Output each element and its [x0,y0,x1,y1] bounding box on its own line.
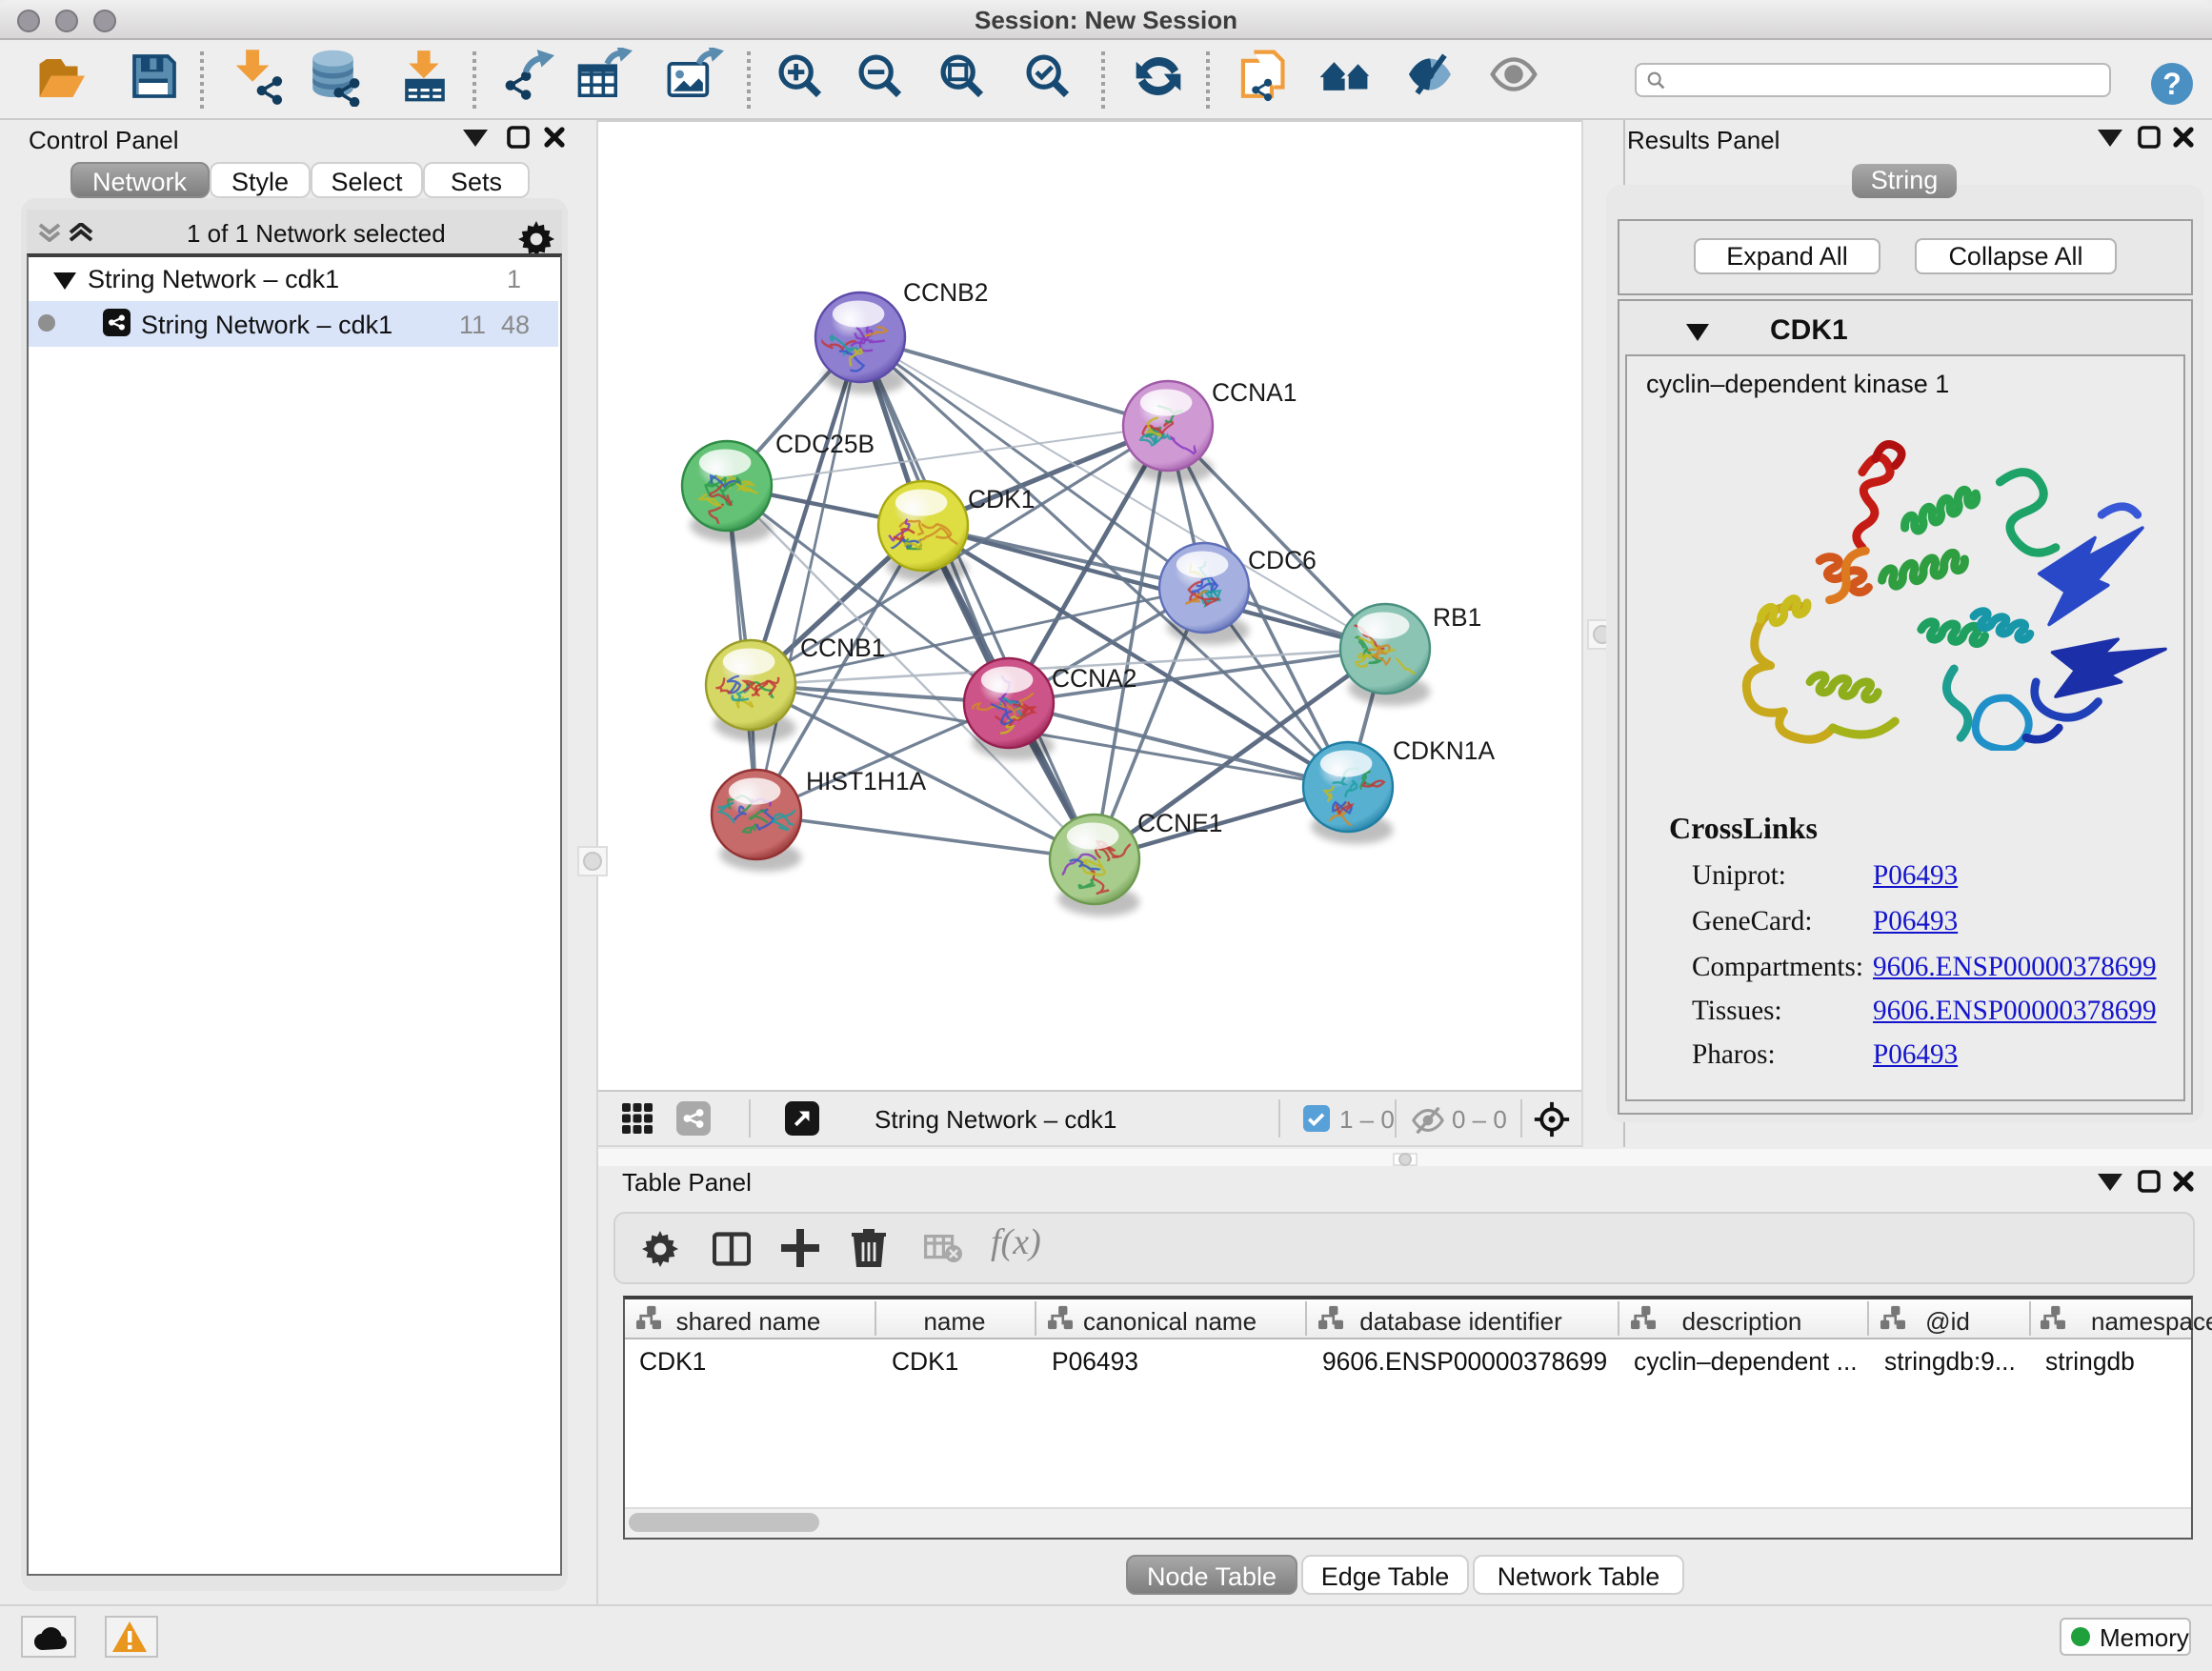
svg-text:CDK1: CDK1 [968,485,1035,513]
svg-text:HIST1H1A: HIST1H1A [806,767,927,795]
svg-text:CCNA2: CCNA2 [1052,664,1136,693]
svg-text:CCNB1: CCNB1 [800,634,885,662]
svg-text:CDC25B: CDC25B [775,430,875,458]
svg-text:CCNE1: CCNE1 [1137,809,1222,837]
svg-text:CDKN1A: CDKN1A [1393,736,1495,765]
svg-text:RB1: RB1 [1433,603,1481,632]
svg-text:CCNB2: CCNB2 [903,278,988,307]
svg-text:?: ? [2162,67,2182,101]
svg-text:CDC6: CDC6 [1248,546,1317,574]
svg-text:CCNA1: CCNA1 [1212,378,1297,407]
